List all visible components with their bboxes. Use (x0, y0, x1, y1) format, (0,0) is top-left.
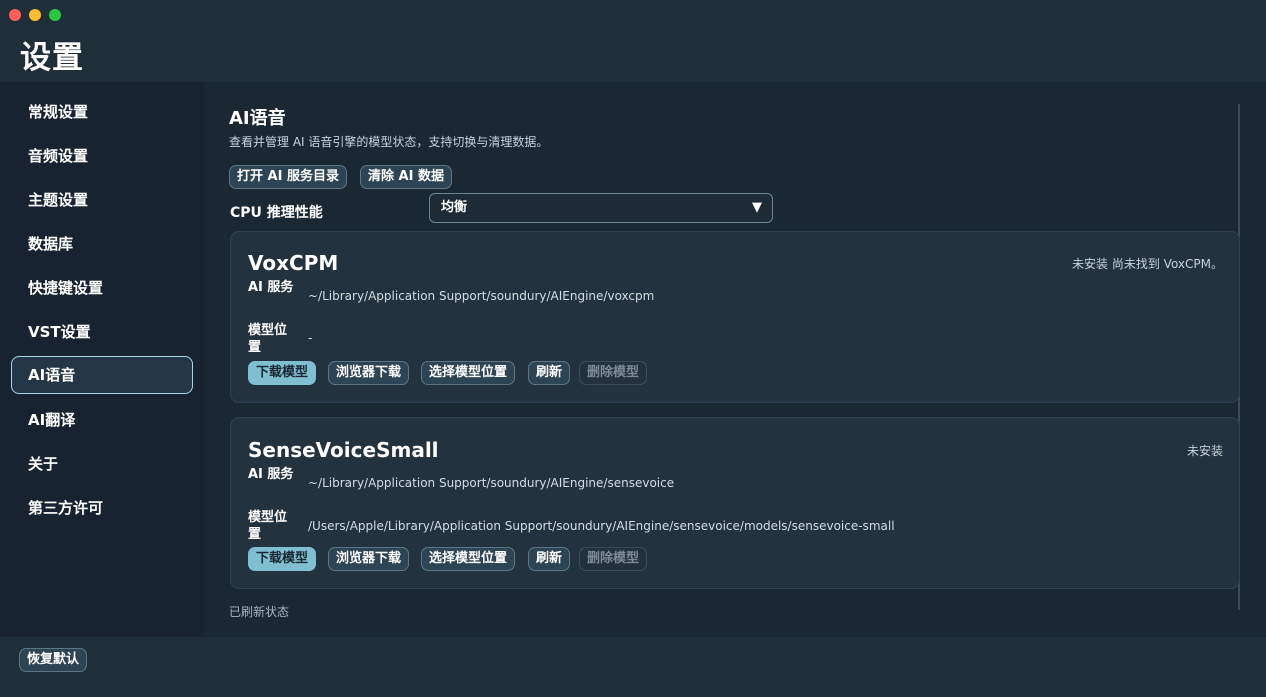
section-description: 查看并管理 AI 语音引擎的模型状态，支持切换与清理数据。 (229, 135, 549, 149)
sidebar-item-database[interactable]: 数据库 (11, 225, 193, 263)
download-model-button[interactable]: 下载模型 (248, 361, 317, 385)
model-name: SenseVoiceSmall (248, 438, 439, 462)
sidebar-item-licenses[interactable]: 第三方许可 (11, 489, 193, 527)
sidebar-item-theme[interactable]: 主题设置 (11, 181, 193, 219)
status-message: 已刷新状态 (229, 605, 290, 619)
cpu-performance-value: 均衡 (441, 200, 468, 215)
cpu-performance-select[interactable]: 均衡 ▼ (429, 193, 773, 223)
model-location-path: /Users/Apple/Library/Application Support… (308, 519, 895, 533)
service-label: AI 服务 (248, 467, 294, 482)
service-label: AI 服务 (248, 280, 294, 295)
sidebar: 常规设置 音频设置 主题设置 数据库 快捷键设置 VST设置 AI语音 AI翻译… (0, 82, 204, 637)
choose-model-location-button[interactable]: 选择模型位置 (421, 547, 516, 571)
sidebar-item-audio[interactable]: 音频设置 (11, 137, 193, 175)
model-location-path: - (308, 331, 313, 345)
refresh-button[interactable]: 刷新 (528, 547, 571, 571)
model-status: 未安装 尚未找到 VoxCPM。 (1072, 257, 1223, 271)
model-status: 未安装 (1186, 444, 1223, 458)
open-ai-directory-button[interactable]: 打开 AI 服务目录 (229, 165, 347, 189)
window-title: 设置 (20, 40, 84, 76)
sidebar-item-ai-translate[interactable]: AI翻译 (11, 401, 193, 439)
sidebar-item-vst[interactable]: VST设置 (11, 313, 193, 351)
window-controls (9, 9, 61, 21)
download-model-button[interactable]: 下载模型 (248, 547, 317, 571)
model-card-sensevoice: SenseVoiceSmall 未安装 AI 服务 ~/Library/Appl… (230, 417, 1240, 589)
clear-ai-data-button[interactable]: 清除 AI 数据 (360, 165, 452, 189)
refresh-button[interactable]: 刷新 (528, 361, 571, 385)
model-location-label: 模型位置 (248, 323, 288, 355)
zoom-window-button[interactable] (49, 9, 61, 21)
model-name: VoxCPM (248, 251, 339, 275)
close-window-button[interactable] (9, 9, 21, 21)
dropdown-arrow-icon: ▼ (752, 200, 762, 215)
settings-content: AI语音 查看并管理 AI 语音引擎的模型状态，支持切换与清理数据。 打开 AI… (204, 82, 1266, 637)
minimize-window-button[interactable] (29, 9, 41, 21)
browser-download-button[interactable]: 浏览器下载 (328, 361, 410, 385)
browser-download-button[interactable]: 浏览器下载 (328, 547, 410, 571)
model-card-voxcpm: VoxCPM 未安装 尚未找到 VoxCPM。 AI 服务 ~/Library/… (230, 231, 1240, 403)
footer-bar: 恢复默认 (0, 637, 1266, 697)
sidebar-item-about[interactable]: 关于 (11, 445, 193, 483)
title-bar: 设置 (0, 0, 1266, 82)
cpu-performance-label: CPU 推理性能 (230, 205, 323, 221)
delete-model-button[interactable]: 删除模型 (579, 361, 648, 385)
choose-model-location-button[interactable]: 选择模型位置 (421, 361, 516, 385)
model-location-label: 模型位置 (248, 510, 288, 542)
delete-model-button[interactable]: 删除模型 (579, 547, 648, 571)
service-path: ~/Library/Application Support/soundury/A… (308, 476, 675, 490)
service-path: ~/Library/Application Support/soundury/A… (308, 289, 655, 303)
sidebar-item-general[interactable]: 常规设置 (11, 93, 193, 131)
restore-defaults-button[interactable]: 恢复默认 (19, 648, 88, 672)
sidebar-item-shortcuts[interactable]: 快捷键设置 (11, 269, 193, 307)
sidebar-item-ai-voice[interactable]: AI语音 (11, 356, 193, 394)
section-title: AI语音 (229, 108, 286, 129)
